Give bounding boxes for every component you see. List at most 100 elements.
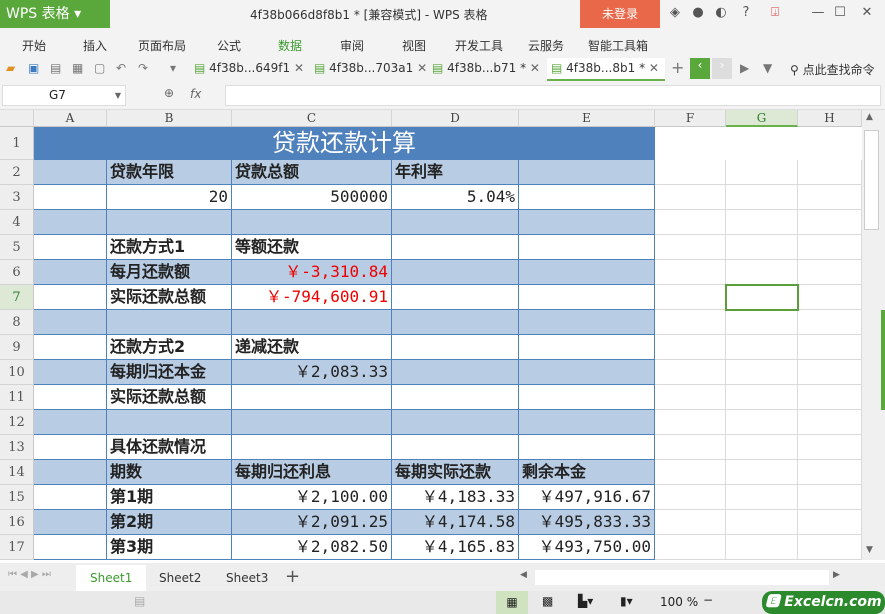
save-icon[interactable]: ▣ xyxy=(28,61,39,75)
cell-F15[interactable] xyxy=(655,485,726,510)
cell-H8[interactable] xyxy=(798,310,862,335)
cell-H13[interactable] xyxy=(798,435,862,460)
scroll-down-icon[interactable]: ▼ xyxy=(866,545,873,555)
spreadsheet-grid[interactable]: A B C D E F G H 1 2 3 4 5 6 7 8 9 10 11 12 13 14 15 16 17 贷款还款计算贷… xyxy=(0,110,862,560)
cell-A12[interactable] xyxy=(34,410,107,435)
cell-D3[interactable]: 5.04% xyxy=(392,185,519,210)
title-cell[interactable]: 贷款还款计算 xyxy=(34,127,655,160)
column-header[interactable]: C xyxy=(232,110,392,127)
row-header[interactable]: 14 xyxy=(0,460,34,485)
cell-H9[interactable] xyxy=(798,335,862,360)
cell-A2[interactable] xyxy=(34,160,107,185)
row-header[interactable]: 17 xyxy=(0,535,34,560)
cell-C17[interactable]: ￥2,082.50 xyxy=(232,535,392,560)
cell-G5[interactable] xyxy=(726,235,798,260)
share-icon[interactable]: ◐ xyxy=(711,5,731,23)
row-header[interactable]: 2 xyxy=(0,160,34,185)
add-sheet-icon[interactable]: + xyxy=(285,566,300,587)
fx-icon[interactable]: fx xyxy=(190,87,201,101)
cell-D8[interactable] xyxy=(392,310,519,335)
cell-D2[interactable]: 年利率 xyxy=(392,160,519,185)
cell-F12[interactable] xyxy=(655,410,726,435)
cell-D13[interactable] xyxy=(392,435,519,460)
cell-B9[interactable]: 还款方式2 xyxy=(107,335,232,360)
cell-A17[interactable] xyxy=(34,535,107,560)
cell-H12[interactable] xyxy=(798,410,862,435)
column-header[interactable]: D xyxy=(392,110,519,127)
cell-B10[interactable]: 每期归还本金 xyxy=(107,360,232,385)
menu-9[interactable]: 智能工具箱 xyxy=(588,37,648,54)
close-tab-icon[interactable]: ✕ xyxy=(649,61,659,75)
cell-B3[interactable]: 20 xyxy=(107,185,232,210)
row-header[interactable]: 16 xyxy=(0,510,34,535)
cell-G2[interactable] xyxy=(726,160,798,185)
cell-A10[interactable] xyxy=(34,360,107,385)
cell-H11[interactable] xyxy=(798,385,862,410)
menu-6[interactable]: 视图 xyxy=(402,37,426,54)
cell-C13[interactable] xyxy=(232,435,392,460)
cell-F16[interactable] xyxy=(655,510,726,535)
minimize-icon[interactable]: — xyxy=(808,5,828,23)
cell-H10[interactable] xyxy=(798,360,862,385)
cell-B15[interactable]: 第1期 xyxy=(107,485,232,510)
row-header[interactable]: 4 xyxy=(0,210,34,235)
cell-C7[interactable]: ￥-794,600.91 xyxy=(232,285,392,310)
formula-input[interactable] xyxy=(225,85,881,106)
row-header[interactable]: 6 xyxy=(0,260,34,285)
close-tab-icon[interactable]: ✕ xyxy=(417,61,427,75)
cell-E4[interactable] xyxy=(519,210,655,235)
cell-G8[interactable] xyxy=(726,310,798,335)
redo-icon[interactable]: ↷ xyxy=(138,61,148,75)
menu-7[interactable]: 开发工具 xyxy=(455,37,503,54)
cell-B8[interactable] xyxy=(107,310,232,335)
cell-G12[interactable] xyxy=(726,410,798,435)
sheet-tab[interactable]: Sheet1 xyxy=(76,565,147,591)
cell-E8[interactable] xyxy=(519,310,655,335)
tab-prev-icon[interactable]: ‹ xyxy=(690,58,710,79)
cell-A4[interactable] xyxy=(34,210,107,235)
cell-H14[interactable] xyxy=(798,460,862,485)
cell-C16[interactable]: ￥2,091.25 xyxy=(232,510,392,535)
name-box[interactable]: G7 ▼ xyxy=(2,85,126,106)
cell-F7[interactable] xyxy=(655,285,726,310)
cell-H17[interactable] xyxy=(798,535,862,560)
cell-G4[interactable] xyxy=(726,210,798,235)
sheet-tab[interactable]: Sheet2 xyxy=(145,565,215,591)
column-header[interactable]: B xyxy=(107,110,232,127)
doc-tab[interactable]: ▤ 4f38b...703a1 ✕ xyxy=(310,58,428,81)
row-header[interactable]: 15 xyxy=(0,485,34,510)
menu-3[interactable]: 公式 xyxy=(217,37,241,54)
cell-H15[interactable] xyxy=(798,485,862,510)
cell-F4[interactable] xyxy=(655,210,726,235)
sheet-tab[interactable]: Sheet3 xyxy=(212,565,282,591)
row-header[interactable]: 7 xyxy=(0,285,34,310)
row-header[interactable]: 8 xyxy=(0,310,34,335)
tab-next-icon[interactable]: › xyxy=(712,58,732,79)
cell-H2[interactable] xyxy=(798,160,862,185)
cell-G14[interactable] xyxy=(726,460,798,485)
column-header[interactable]: H xyxy=(798,110,862,127)
cell-E11[interactable] xyxy=(519,385,655,410)
download-icon[interactable]: ⍗ xyxy=(765,5,785,23)
vertical-scrollbar[interactable]: ▲ ▼ xyxy=(862,110,885,560)
cell-C6[interactable]: ￥-3,310.84 xyxy=(232,260,392,285)
cell-E16[interactable]: ￥495,833.33 xyxy=(519,510,655,535)
cell-H3[interactable] xyxy=(798,185,862,210)
cell-C9[interactable]: 递减还款 xyxy=(232,335,392,360)
cell-F5[interactable] xyxy=(655,235,726,260)
cell-A7[interactable] xyxy=(34,285,107,310)
cell-B2[interactable]: 贷款年限 xyxy=(107,160,232,185)
help-icon[interactable]: ? xyxy=(736,5,756,23)
row-header[interactable]: 12 xyxy=(0,410,34,435)
cell-E14[interactable]: 剩余本金 xyxy=(519,460,655,485)
cell-B12[interactable] xyxy=(107,410,232,435)
zoom-formula-icon[interactable]: ⊕ xyxy=(164,86,174,100)
cell-D4[interactable] xyxy=(392,210,519,235)
scrollbar-thumb[interactable] xyxy=(864,130,879,230)
settings-icon[interactable]: ● xyxy=(688,5,708,23)
cell-E13[interactable] xyxy=(519,435,655,460)
cell-D15[interactable]: ￥4,183.33 xyxy=(392,485,519,510)
cell-A6[interactable] xyxy=(34,260,107,285)
column-header[interactable]: F xyxy=(655,110,726,127)
freeze-icon[interactable]: ▙▾ xyxy=(578,594,593,608)
